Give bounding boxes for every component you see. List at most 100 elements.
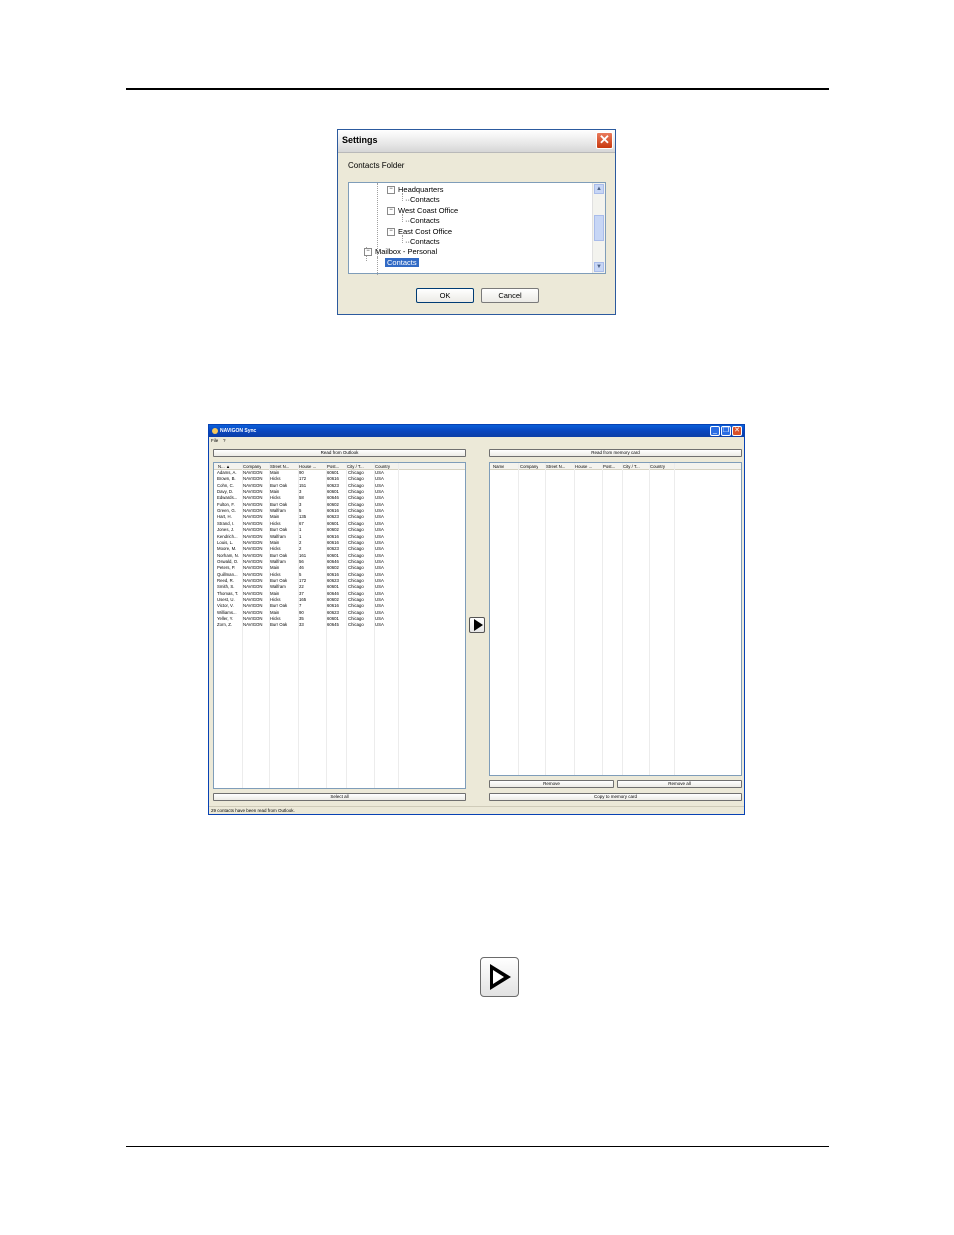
tree-node-west-coast-office[interactable]: − West Coast Office <box>387 206 458 216</box>
cell-country: USA <box>375 470 384 475</box>
table-row[interactable]: Kendrich... NAVIGON Walfram 1 60616 Chicago US… <box>214 534 465 540</box>
cell-name: Green, G. <box>217 508 236 514</box>
cell-company: NAVIGON <box>243 622 263 628</box>
cell-street: Main <box>270 489 280 495</box>
table-row[interactable]: Strand, I. NAVIGON Hicks 67 60601 Chicago USA <box>214 521 465 527</box>
table-row[interactable]: Usest, U. NAVIGON Hicks 165 60602 Chicago USA <box>214 597 465 603</box>
column-header-street[interactable]: Street N... <box>546 464 565 469</box>
collapse-icon[interactable]: − <box>364 248 372 257</box>
cell-street: Main <box>270 609 280 615</box>
transfer-arrow-button[interactable] <box>469 617 485 633</box>
cell-postcode: 60646 <box>327 590 339 596</box>
cell-street: Walfram <box>270 508 286 514</box>
table-row[interactable]: Oswald, O. NAVIGON Walfram 56 60646 Chicago US… <box>214 559 465 565</box>
tree-node-contacts[interactable]: ··Contacts <box>405 195 440 204</box>
footer-rule <box>126 1146 829 1147</box>
table-row[interactable]: Williams... NAVIGON Main 90 60623 Chicago USA <box>214 610 465 616</box>
memory-card-contacts-list[interactable]: Name Company Street N... House ... Post.… <box>489 462 742 776</box>
column-header-company[interactable]: Company <box>520 464 538 469</box>
tree-node-contacts-selected[interactable]: Contacts <box>385 258 419 267</box>
table-row[interactable]: Edwards... NAVIGON Hicks 58 60646 Chicago USA <box>214 495 465 501</box>
cell-postcode: 60601 <box>327 552 339 558</box>
cell-city: Chicago <box>348 571 364 577</box>
table-row[interactable]: Fulton, F. NAVIGON Burr Oak 3 60602 Chicago US… <box>214 502 465 508</box>
cell-city: Chicago <box>348 495 364 501</box>
cell-country: USA <box>375 577 384 583</box>
table-row[interactable]: Cohn, C. NAVIGON Burr Oak 151 60623 Chicago US… <box>214 483 465 489</box>
cell-name: Fulton, F. <box>217 501 235 507</box>
cell-country: USA <box>375 520 384 526</box>
tree-node-headquarters[interactable]: − Headquarters <box>387 185 443 195</box>
cell-street: Walfram <box>270 558 286 564</box>
table-row[interactable]: Yeller, Y. NAVIGON Hicks 35 60601 Chicago USA <box>214 616 465 622</box>
cell-company: NAVIGON <box>243 597 263 602</box>
tree-node-contacts[interactable]: ··Contacts <box>405 237 440 246</box>
copy-to-memory-card-button[interactable]: Copy to memory card <box>489 793 742 801</box>
minimize-icon[interactable]: _ <box>710 426 720 436</box>
cell-house: 2 <box>299 546 302 552</box>
cell-street: Main <box>270 470 280 475</box>
close-icon[interactable]: ✕ <box>596 132 613 149</box>
table-row[interactable]: Adams, A. NAVIGON Main 90 60601 Chicago USA <box>214 470 465 476</box>
table-row[interactable]: Zorn, Z. NAVIGON Burr Oak 33 60645 Chicago USA <box>214 622 465 628</box>
tree-node-east-cost-office[interactable]: − East Cost Office <box>387 227 452 237</box>
table-row[interactable]: Quillman... NAVIGON Hicks 5 60616 Chicago USA <box>214 572 465 578</box>
column-header-country[interactable]: Country <box>650 464 665 469</box>
column-header-postcode[interactable]: Post... <box>327 464 339 469</box>
folder-tree[interactable]: − Headquarters ··Contacts − West Coast Off… <box>348 182 606 275</box>
collapse-icon[interactable]: − <box>387 186 395 195</box>
table-row[interactable]: Moore, M. NAVIGON Hicks 2 60623 Chicago USA <box>214 546 465 552</box>
cell-country: USA <box>375 565 384 571</box>
collapse-icon[interactable]: − <box>387 228 395 237</box>
table-row[interactable]: Victor, V. NAVIGON Burr Oak 7 60616 Chicago US… <box>214 603 465 609</box>
table-row[interactable]: Jones, J. NAVIGON Burr Oak 1 60602 Chicago USA <box>214 527 465 533</box>
cell-house: 67 <box>299 520 304 526</box>
table-row[interactable]: Brown, B. NAVIGON Hicks 172 60616 Chicago USA <box>214 476 465 482</box>
scroll-thumb[interactable] <box>594 215 604 241</box>
tree-scrollbar[interactable]: ▲ ▼ <box>592 183 605 273</box>
table-row[interactable]: Reed, R. NAVIGON Burr Oak 172 60623 Chicago US… <box>214 578 465 584</box>
menu-file[interactable]: File <box>211 438 218 443</box>
cell-street: Hicks <box>270 571 281 577</box>
cell-city: Chicago <box>348 527 364 533</box>
table-row[interactable]: Davy, D. NAVIGON Main 3 60601 Chicago USA <box>214 489 465 495</box>
read-from-memory-card-button[interactable]: Read from memory card <box>489 449 742 457</box>
collapse-icon[interactable]: − <box>387 207 395 216</box>
column-header-house[interactable]: House ... <box>299 464 316 469</box>
tree-node-contacts[interactable]: ··Contacts <box>405 216 440 225</box>
table-row[interactable]: Hart, H. NAVIGON Main 135 60623 Chicago USA <box>214 514 465 520</box>
remove-button[interactable]: Remove <box>489 780 614 788</box>
cell-name: Victor, V. <box>217 603 234 609</box>
table-row[interactable]: Smith, S. NAVIGON Walfram 22 60601 Chicago USA <box>214 584 465 590</box>
table-row[interactable]: Louis, L. NAVIGON Main 2 60616 Chicago USA <box>214 540 465 546</box>
column-header-street[interactable]: Street N... <box>270 464 289 469</box>
play-arrow-icon <box>474 619 483 631</box>
column-header-city[interactable]: City / T... <box>623 464 640 469</box>
restore-icon[interactable]: ❐ <box>721 426 731 436</box>
column-header-name[interactable]: N... ▲ <box>218 464 230 469</box>
remove-all-button[interactable]: Remove all <box>617 780 742 788</box>
scroll-down-icon[interactable]: ▼ <box>594 262 604 272</box>
table-row[interactable]: Norham, N. NAVIGON Burr Oak 161 60601 Chicago… <box>214 553 465 559</box>
read-from-outlook-button[interactable]: Read from Outlook <box>213 449 466 457</box>
select-all-button[interactable]: Select all <box>213 793 466 801</box>
column-header-country[interactable]: Country <box>375 464 390 469</box>
table-row[interactable]: Green, G. NAVIGON Walfram 5 60616 Chicago USA <box>214 508 465 514</box>
ok-button[interactable]: OK <box>416 288 474 303</box>
menu-help[interactable]: ? <box>223 438 226 443</box>
table-row[interactable]: Thomas, T. NAVIGON Main 37 60646 Chicago USA <box>214 591 465 597</box>
cancel-button[interactable]: Cancel <box>481 288 539 303</box>
cell-city: Chicago <box>348 558 364 564</box>
column-header-house[interactable]: House ... <box>575 464 592 469</box>
column-header-city[interactable]: City / T... <box>347 464 364 469</box>
outlook-contacts-list[interactable]: N... ▲ Company Street N... House ... Pos… <box>213 462 466 789</box>
cell-city: Chicago <box>348 597 364 602</box>
scroll-up-icon[interactable]: ▲ <box>594 184 604 194</box>
table-row[interactable]: Peters, P. NAVIGON Main 46 60602 Chicago USA <box>214 565 465 571</box>
column-header-company[interactable]: Company <box>243 464 261 469</box>
tree-node-mailbox-personal[interactable]: − Mailbox - Personal <box>364 247 437 257</box>
cell-postcode: 60616 <box>327 603 339 609</box>
close-icon[interactable]: ✕ <box>732 426 742 436</box>
column-header-name[interactable]: Name <box>493 464 504 469</box>
column-header-postcode[interactable]: Post... <box>603 464 615 469</box>
